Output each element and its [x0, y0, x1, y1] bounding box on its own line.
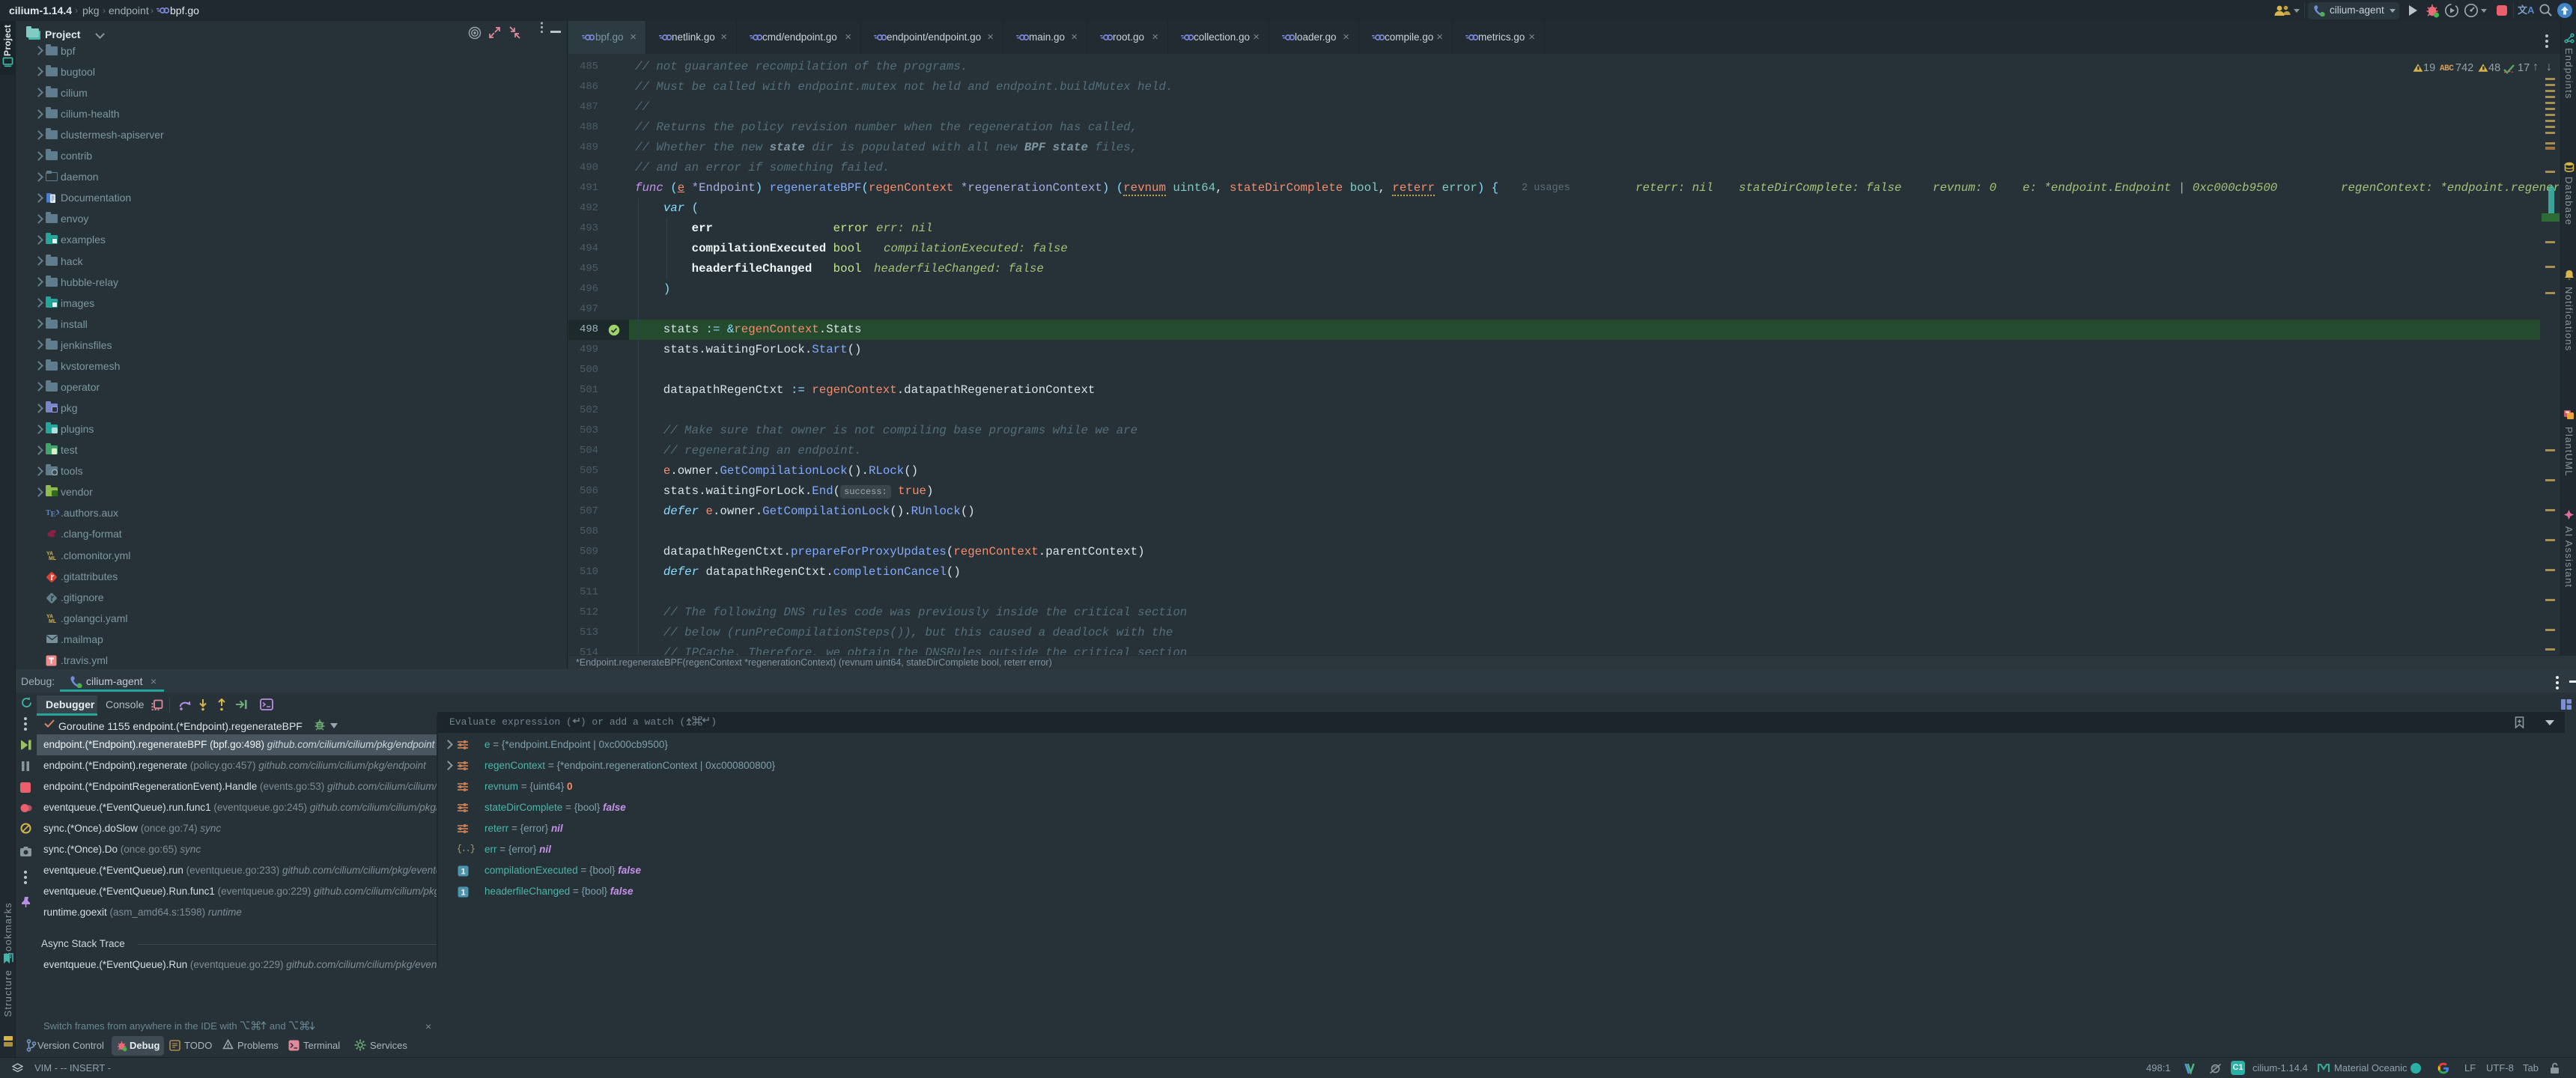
svg-text:ML: ML [49, 556, 57, 561]
svg-text:ML: ML [49, 619, 57, 624]
svg-text:TEX: TEX [46, 509, 59, 518]
svg-text:1: 1 [461, 889, 465, 898]
svg-text:1: 1 [461, 868, 465, 877]
